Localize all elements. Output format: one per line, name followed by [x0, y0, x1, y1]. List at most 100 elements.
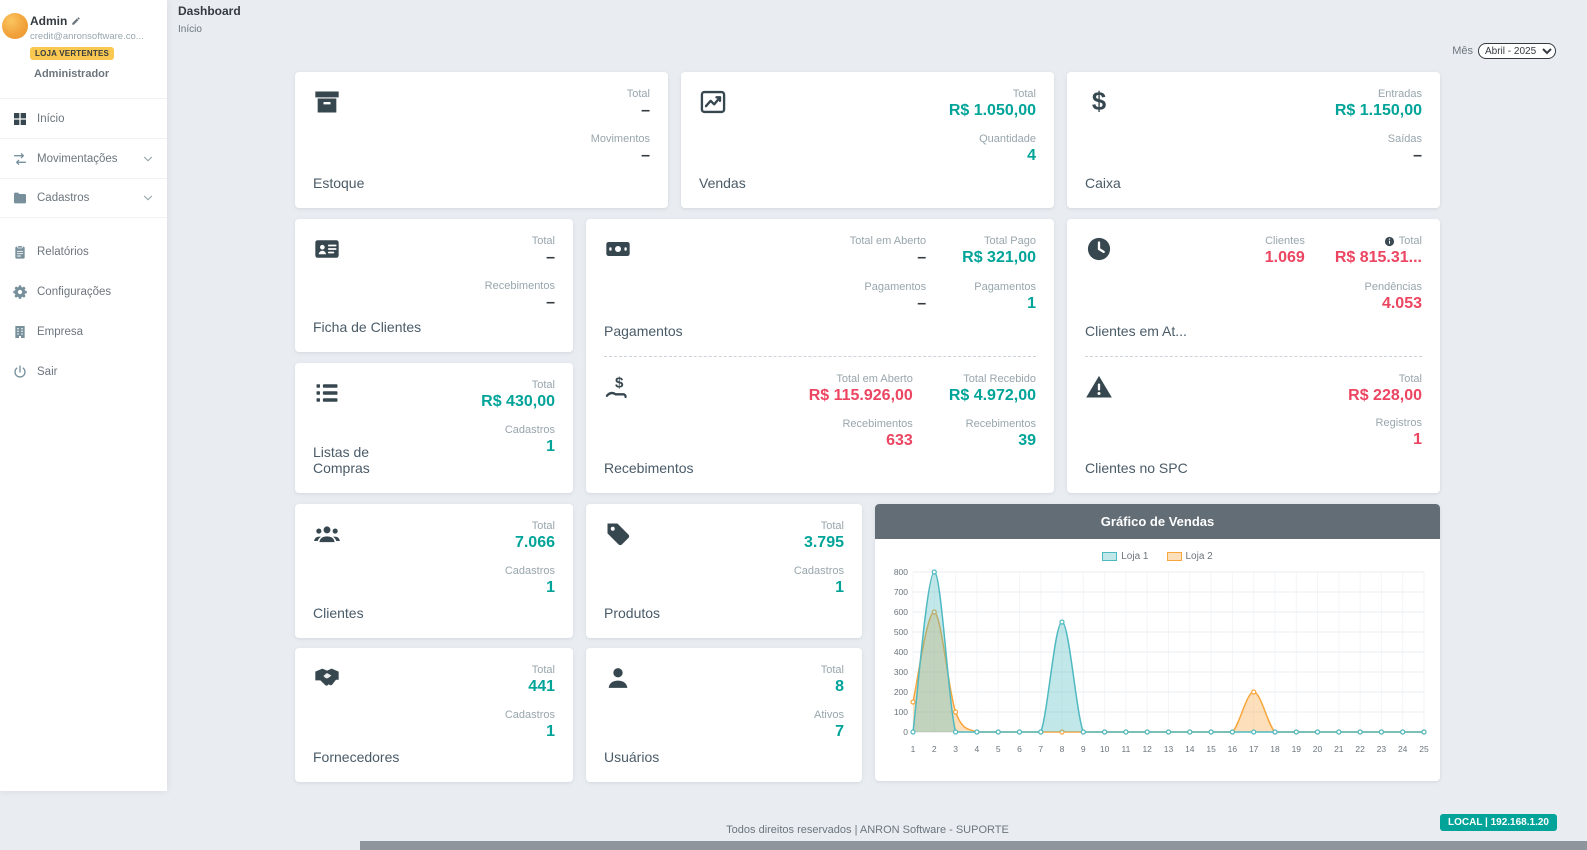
stat-label: Total	[485, 235, 555, 247]
svg-text:7: 7	[1038, 744, 1043, 754]
building-icon	[12, 324, 28, 340]
svg-text:13: 13	[1164, 744, 1174, 754]
local-badge: LOCAL | 192.168.1.20	[1440, 814, 1557, 831]
card-listas-compras: Listas de ComprasTotalR$ 430,00Cadastros…	[295, 363, 573, 493]
sidebar-item-label: Cadastros	[37, 192, 89, 204]
svg-text:700: 700	[894, 587, 908, 597]
stat-label: Total	[949, 88, 1036, 100]
card-title: Recebimentos	[604, 460, 694, 477]
sidebar-item-inicio[interactable]: Início	[0, 98, 167, 138]
card-title: Fornecedores	[313, 749, 399, 766]
svg-text:15: 15	[1206, 744, 1216, 754]
svg-text:8: 8	[1060, 744, 1065, 754]
svg-text:200: 200	[894, 687, 908, 697]
svg-text:$: $	[1092, 88, 1106, 116]
card-title: Clientes em At...	[1085, 323, 1187, 340]
sidebar-item-empresa[interactable]: Empresa	[0, 312, 167, 352]
avatar	[2, 13, 28, 39]
legend-label: Loja 1	[1121, 551, 1148, 562]
sidebar-item-sair[interactable]: Sair	[0, 352, 167, 392]
stat-value: 7	[814, 724, 844, 741]
user-email: credit@anronsoftware.co...	[30, 31, 156, 42]
cards-row-3-left-block: Clientes Total7.066 Cadastros 1 Produtos Tota…	[295, 504, 862, 782]
stat-value: 1	[481, 439, 555, 456]
stat-label: Total	[505, 664, 555, 676]
sidebar-item-label: Relatórios	[37, 246, 89, 258]
sidebar-item-relatorios[interactable]: Relatórios	[0, 232, 167, 272]
card-title: Ficha de Clientes	[313, 319, 421, 336]
stat: Total7.066	[505, 520, 555, 552]
month-picker: Mês Abril - 2025	[1452, 43, 1556, 59]
svg-text:5: 5	[996, 744, 1001, 754]
stat-value: 39	[949, 433, 1036, 450]
stat-value: 8	[814, 679, 844, 696]
card-title: Clientes	[313, 605, 364, 622]
card-title: Estoque	[313, 175, 364, 192]
recebimentos-section: $ Recebimentos Total em Aberto R$ 115.92…	[586, 357, 1054, 494]
svg-text:10: 10	[1100, 744, 1110, 754]
card-caixa: $CaixaEntradasR$ 1.150,00Saídas–	[1067, 72, 1440, 208]
stat-value: 4.053	[1335, 296, 1422, 313]
stat-label: Cadastros	[481, 424, 555, 436]
stat-label: Total Pago	[962, 235, 1036, 247]
cards-grid: EstoqueTotal–Movimentos–VendasTotalR$ 1.…	[295, 72, 1440, 793]
svg-text:12: 12	[1142, 744, 1152, 754]
stat-label: Recebimentos	[485, 280, 555, 292]
svg-text:100: 100	[894, 707, 908, 717]
stat-label: Quantidade	[949, 133, 1036, 145]
sidebar-item-cadastros[interactable]: Cadastros	[0, 178, 167, 218]
stat-label: Pendências	[1335, 281, 1422, 293]
sidebar-item-movimentacoes[interactable]: Movimentações	[0, 138, 167, 178]
stat-label: Saídas	[1335, 133, 1422, 145]
page-title: Dashboard	[178, 4, 241, 18]
stat-label: Recebimentos	[949, 418, 1036, 430]
stat-value: 1	[505, 580, 555, 597]
cash-icon	[604, 235, 632, 263]
sidebar: Admin credit@anronsoftware.co... LOJA VE…	[0, 0, 167, 791]
stat-value: 441	[505, 679, 555, 696]
sidebar-item-configuracoes[interactable]: Configurações	[0, 272, 167, 312]
svg-text:25: 25	[1419, 744, 1429, 754]
legend-loja-1[interactable]: Loja 1	[1102, 551, 1148, 562]
grid-icon	[12, 111, 28, 127]
card-fornecedores: FornecedoresTotal441Cadastros1	[295, 648, 573, 782]
svg-text:400: 400	[894, 647, 908, 657]
card-title: Pagamentos	[604, 323, 683, 340]
stat: Clientes 1.069	[1265, 235, 1305, 267]
archive-icon	[313, 88, 341, 116]
stat-value: R$ 1.150,00	[1335, 103, 1422, 120]
stat: Pendências 4.053	[1335, 281, 1422, 313]
stat: Total R$ 815.31...	[1335, 235, 1422, 267]
stat-label: Ativos	[814, 709, 844, 721]
svg-text:22: 22	[1355, 744, 1365, 754]
stat-label: Clientes	[1265, 235, 1305, 247]
stat: Pagamentos –	[850, 281, 926, 313]
svg-text:17: 17	[1249, 744, 1259, 754]
chart-body: Loja 1Loja 2 010020030040050060070080012…	[875, 539, 1440, 758]
month-select[interactable]: Abril - 2025	[1478, 43, 1556, 59]
svg-text:21: 21	[1334, 744, 1344, 754]
legend-loja-2[interactable]: Loja 2	[1167, 551, 1213, 562]
card-grafico-vendas: Gráfico de Vendas Loja 1Loja 2 010020030…	[875, 504, 1440, 781]
chart-line-icon	[699, 88, 727, 116]
user-panel: Admin credit@anronsoftware.co... LOJA VE…	[0, 0, 167, 88]
svg-text:2: 2	[932, 744, 937, 754]
info-icon[interactable]	[1384, 236, 1395, 247]
stat-label: Entradas	[1335, 88, 1422, 100]
stat: Total em Aberto R$ 115.926,00	[809, 373, 913, 405]
svg-text:11: 11	[1121, 744, 1130, 754]
chart-legend: Loja 1 Loja 2	[883, 551, 1432, 562]
stat-value: –	[850, 296, 926, 313]
card-title: Produtos	[604, 605, 660, 622]
svg-text:600: 600	[894, 607, 908, 617]
card-estoque: EstoqueTotal–Movimentos–	[295, 72, 668, 208]
svg-text:20: 20	[1313, 744, 1323, 754]
stat-label: Total	[1399, 235, 1422, 247]
stat-label: Cadastros	[505, 565, 555, 577]
card-produtos: ProdutosTotal3.795Cadastros1	[586, 504, 862, 638]
stat-value: R$ 815.31...	[1335, 250, 1422, 267]
clientes-atraso-section: Clientes em At... Clientes 1.069	[1067, 219, 1440, 356]
sidebar-menu: InícioMovimentações Cadastros Relatórios Co…	[0, 98, 167, 392]
pencil-icon[interactable]	[71, 16, 81, 26]
stat-label: Total	[794, 520, 844, 532]
